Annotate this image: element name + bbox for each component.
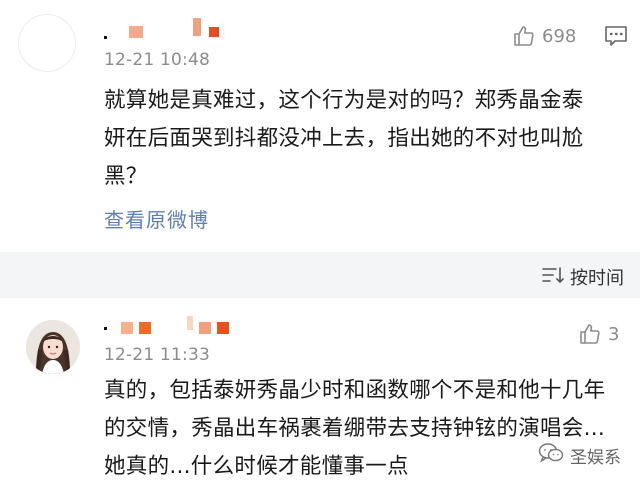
name-block [199,322,211,334]
comment-line: 黑？ [104,164,148,189]
view-original-link[interactable]: 查看原微博 [104,204,209,233]
username-redacted[interactable] [104,316,229,334]
comment-time: 12-21 10:48 [104,50,210,70]
like-count: 3 [608,323,620,345]
comment-line: 就算她是真难过，这个行为是对的吗？郑秀晶金泰 [104,88,584,113]
comment-line: 妍在后面哭到抖都没冲上去，指出她的不对也叫尬 [104,126,584,151]
comment-text: 就算她是真难过，这个行为是对的吗？郑秀晶金泰 妍在后面哭到抖都没冲上去，指出她的… [104,82,634,196]
username-redacted[interactable] [104,17,219,39]
name-block [121,322,133,334]
wechat-icon [538,442,564,469]
thumbs-up-icon [578,322,602,346]
sort-bar: 按时间 [0,252,640,298]
thumbs-up-icon [512,24,536,48]
watermark: 圣娱系 [538,442,621,469]
sort-lines-icon [542,266,564,289]
name-block [139,322,151,334]
avatar[interactable] [18,14,76,72]
name-block [209,26,219,37]
speech-bubble-icon [604,26,628,51]
like-button[interactable]: 698 [512,24,576,48]
name-block [193,17,201,36]
comment-time: 12-21 11:33 [104,345,210,365]
like-button[interactable]: 3 [578,322,619,346]
name-block [104,326,107,330]
watermark-label: 圣娱系 [570,448,621,468]
girl-avatar-icon [26,320,80,374]
comment-button[interactable] [604,25,628,51]
avatar[interactable] [26,320,80,374]
name-block [217,322,229,334]
name-block [104,36,107,39]
name-block [129,25,143,38]
sort-label: 按时间 [570,268,624,289]
comment-line: 真的，包括泰妍秀晶少时和函数哪个不是和他十几年 [104,378,606,403]
like-count: 698 [542,25,577,47]
name-block [187,316,193,330]
sort-by-time-button[interactable]: 按时间 [542,264,624,290]
